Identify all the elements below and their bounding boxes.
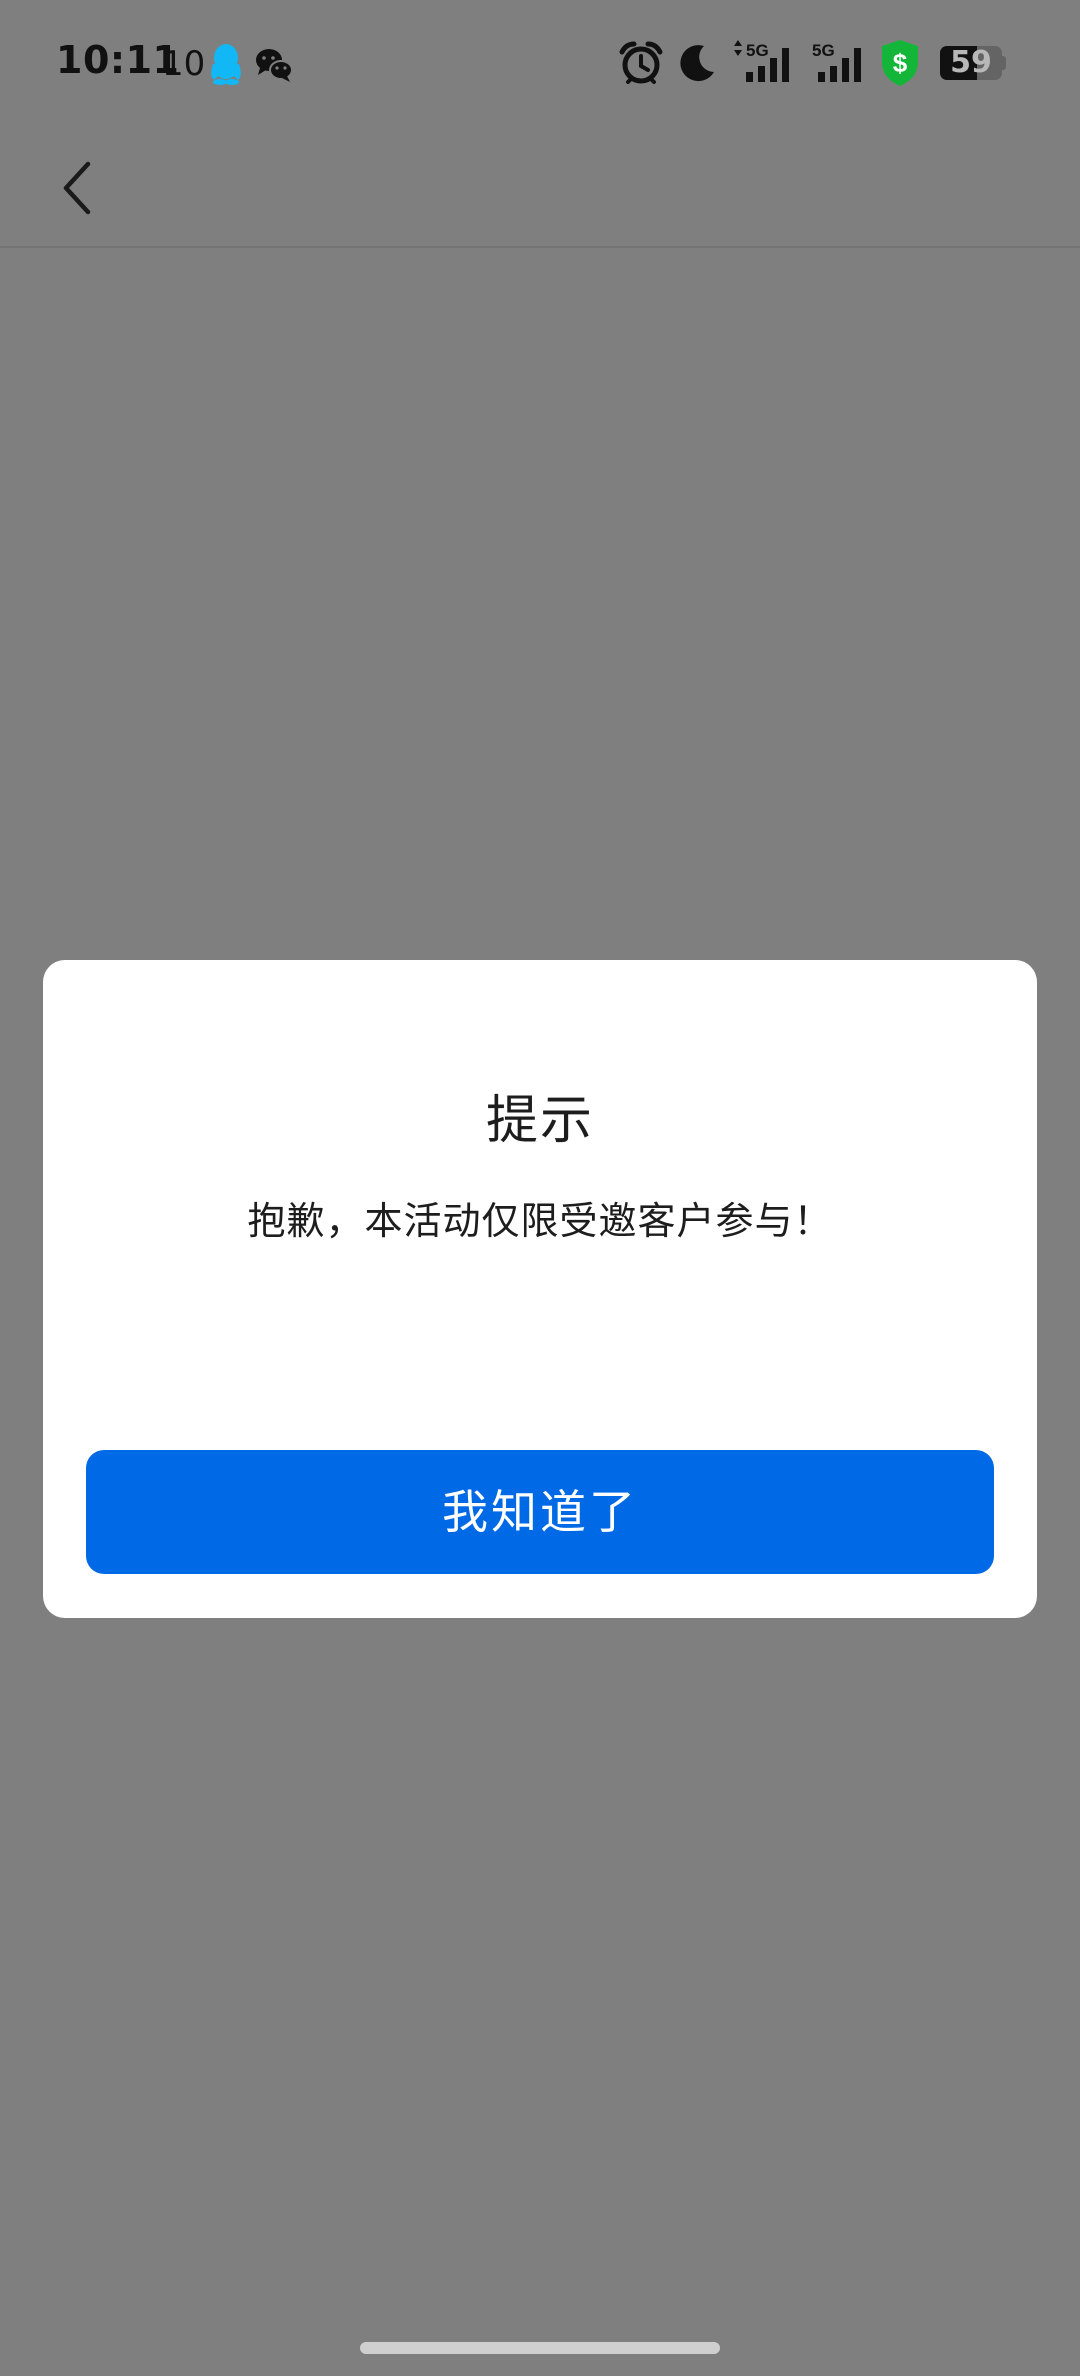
svg-text:$: $ bbox=[893, 48, 908, 78]
qq-icon bbox=[208, 42, 244, 86]
confirm-button[interactable]: 我知道了 bbox=[86, 1450, 994, 1574]
svg-text:5G: 5G bbox=[746, 41, 769, 60]
moon-icon bbox=[676, 42, 718, 84]
status-bar: 10:11 10 5G 5G $ 59 bbox=[0, 0, 1080, 124]
home-indicator[interactable] bbox=[360, 2342, 720, 2354]
alarm-icon bbox=[618, 40, 664, 86]
status-time: 10:11 bbox=[56, 38, 180, 82]
svg-text:5G: 5G bbox=[812, 41, 835, 60]
shield-dollar-icon: $ bbox=[878, 38, 922, 88]
notification-count: 10 bbox=[162, 44, 206, 84]
back-button[interactable] bbox=[40, 146, 120, 226]
chevron-left-icon bbox=[63, 161, 91, 215]
wechat-icon bbox=[254, 46, 294, 84]
alert-dialog: 提示 抱歉，本活动仅限受邀客户参与！ 我知道了 bbox=[43, 960, 1037, 1618]
dialog-title: 提示 bbox=[485, 1091, 594, 1151]
battery-level: 59 bbox=[950, 45, 992, 80]
signal-5g-icon: 5G bbox=[730, 38, 802, 84]
nav-bar bbox=[0, 124, 1080, 248]
dialog-message: 抱歉，本活动仅限受邀客户参与！ bbox=[247, 1199, 833, 1243]
signal-5g-icon: 5G bbox=[810, 38, 882, 84]
battery-icon: 59 bbox=[940, 46, 1006, 80]
